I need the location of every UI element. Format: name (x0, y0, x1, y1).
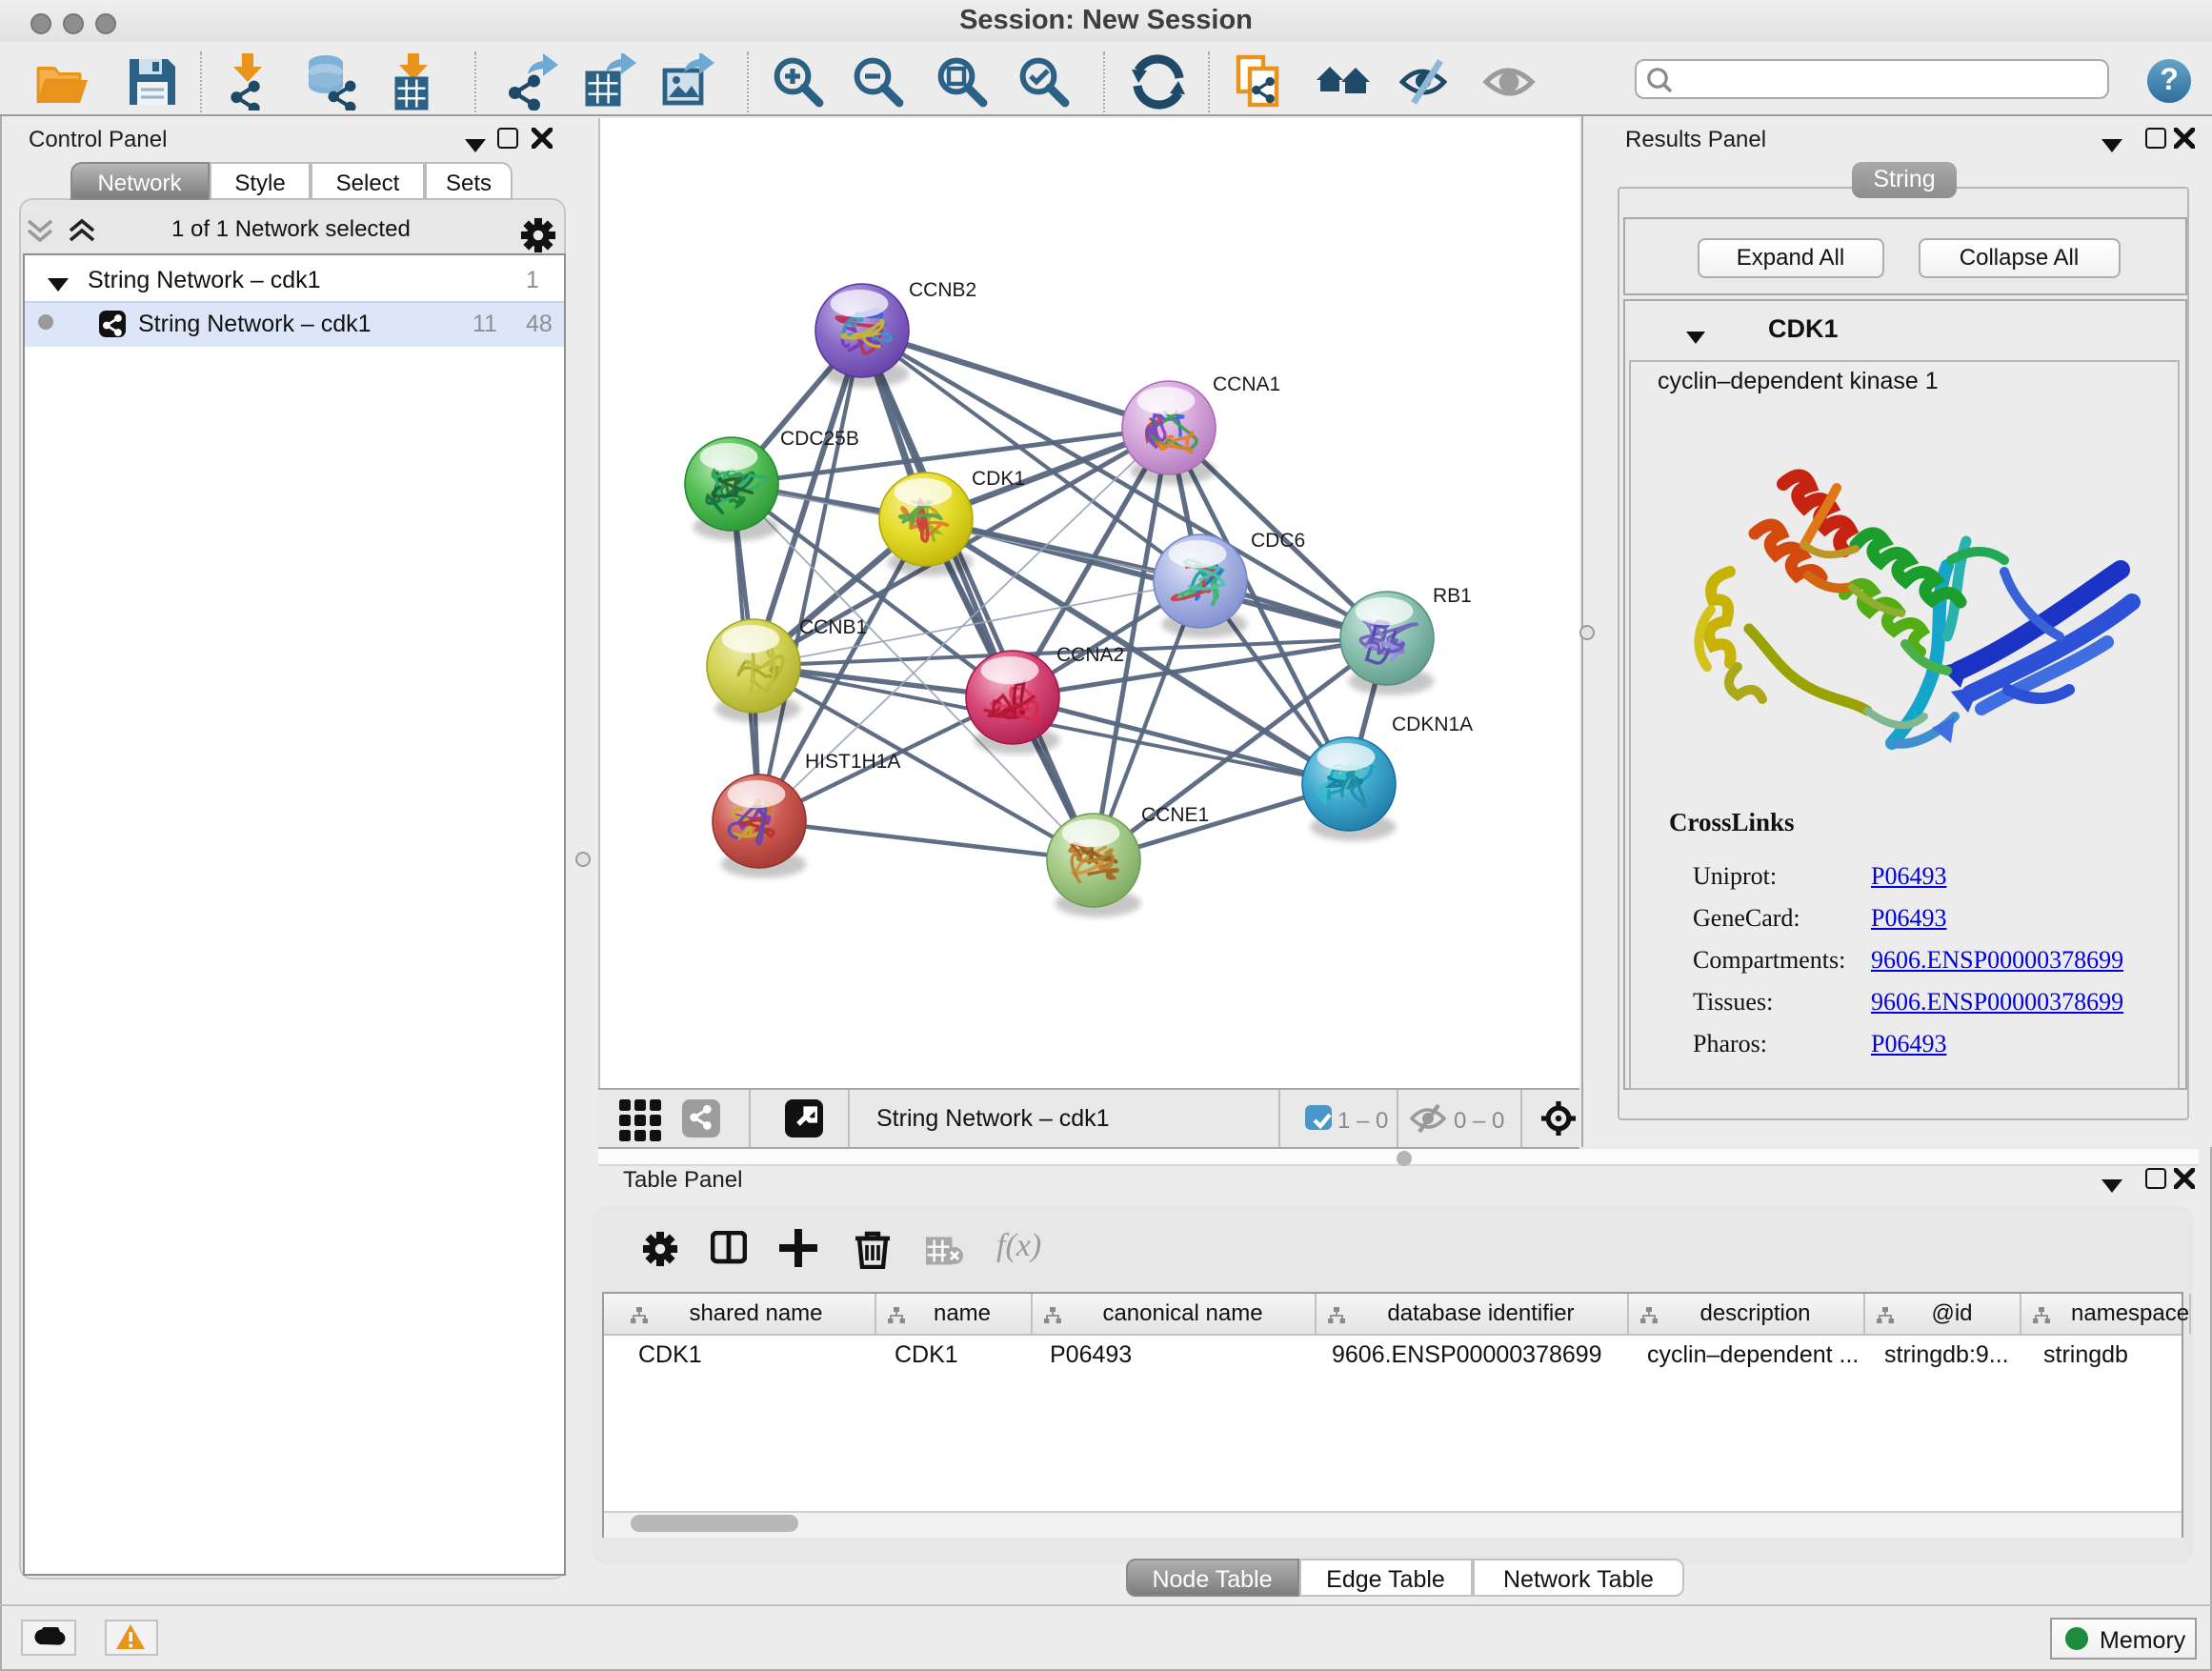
svg-text:CDC6: CDC6 (1251, 530, 1305, 552)
svg-text:CCNB2: CCNB2 (909, 279, 976, 301)
svg-text:CDKN1A: CDKN1A (1392, 714, 1473, 735)
svg-text:CCNE1: CCNE1 (1141, 804, 1209, 826)
svg-text:CCNA2: CCNA2 (1056, 644, 1124, 666)
svg-text:CCNB1: CCNB1 (799, 616, 867, 638)
svg-text:RB1: RB1 (1433, 585, 1472, 607)
svg-text:CDC25B: CDC25B (780, 428, 859, 450)
svg-text:CDK1: CDK1 (972, 468, 1025, 490)
svg-text:CCNA1: CCNA1 (1213, 373, 1280, 395)
svg-text:HIST1H1A: HIST1H1A (805, 751, 900, 773)
